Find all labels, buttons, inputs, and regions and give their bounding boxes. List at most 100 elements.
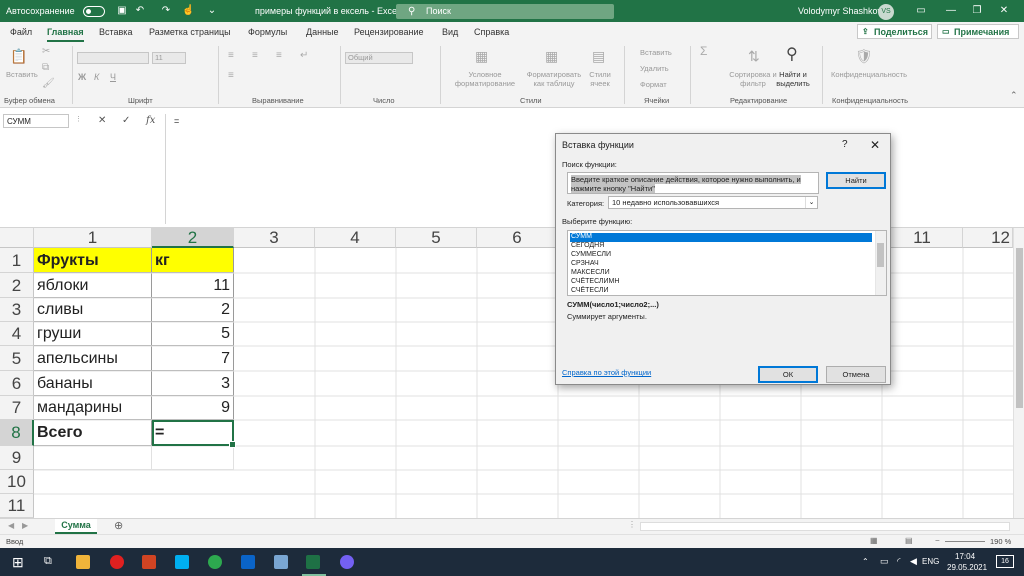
page-layout-icon[interactable]: ▤ (905, 536, 913, 545)
cell-styles-button[interactable]: Стили ячеек (585, 70, 615, 88)
tab-data[interactable]: Данные (306, 27, 339, 37)
row-header[interactable]: 2 (0, 273, 34, 298)
column-header[interactable]: 12 (963, 228, 1013, 248)
horizontal-scrollbar[interactable] (640, 522, 1010, 531)
sensitivity-button[interactable]: Конфиденциальность (828, 70, 910, 79)
windows-start-icon[interactable]: ⊞ (12, 554, 24, 571)
excel-icon[interactable] (306, 555, 320, 569)
tab-file[interactable]: Файл (10, 27, 32, 37)
file-explorer-icon[interactable] (76, 555, 90, 569)
tab-review[interactable]: Рецензирование (354, 27, 424, 37)
ribbon-display-icon[interactable]: ▭ (915, 5, 927, 17)
bold-icon[interactable]: Ж (78, 72, 86, 82)
column-header[interactable]: 3 (234, 228, 315, 248)
find-button[interactable]: Найти (826, 172, 886, 189)
cancel-button[interactable]: Отмена (826, 366, 886, 383)
insert-function-icon[interactable]: fx (146, 115, 155, 126)
conditional-format-button[interactable]: Условное форматирование (450, 70, 520, 88)
align-bottom-icon[interactable]: ≡ (276, 50, 282, 61)
format-cells-button[interactable]: Формат (640, 80, 667, 89)
row-header[interactable]: 7 (0, 396, 34, 420)
chrome-icon[interactable] (208, 555, 222, 569)
find-select-button[interactable]: Найти и выделить (770, 70, 816, 88)
row-header[interactable]: 10 (0, 470, 34, 494)
enter-icon[interactable]: ✓ (122, 115, 130, 126)
cell-a9[interactable] (34, 446, 152, 470)
minimize-icon[interactable]: — (945, 5, 957, 17)
font-name-box[interactable] (77, 52, 149, 64)
outlook-icon[interactable] (241, 555, 255, 569)
clock-time[interactable]: 17:04 (955, 552, 975, 561)
dialog-close-icon[interactable]: ✕ (870, 138, 880, 152)
list-item[interactable]: СУММЕСЛИ (570, 251, 872, 260)
tab-page-layout[interactable]: Разметка страницы (149, 27, 231, 37)
volume-icon[interactable]: ◀ (910, 556, 917, 567)
tab-formulas[interactable]: Формулы (248, 27, 287, 37)
underline-icon[interactable]: Ч (110, 72, 116, 82)
opera-icon[interactable] (110, 555, 124, 569)
list-item[interactable]: СРЗНАЧ (570, 260, 872, 269)
row-header[interactable]: 11 (0, 494, 34, 518)
sheet-tab-summa[interactable]: Сумма (55, 519, 97, 534)
add-sheet-icon[interactable]: ⊕ (114, 519, 123, 532)
column-header[interactable]: 11 (882, 228, 963, 248)
align-left-icon[interactable]: ≡ (228, 70, 234, 81)
ok-button[interactable]: ОК (758, 366, 818, 383)
customize-qat-icon[interactable]: ⌄ (206, 5, 218, 17)
cut-icon[interactable]: ✂ (42, 46, 50, 57)
network-icon[interactable]: ▭ (880, 556, 889, 567)
maximize-icon[interactable]: ❐ (971, 5, 983, 17)
list-scrollbar-thumb[interactable] (877, 243, 884, 267)
tab-help[interactable]: Справка (474, 27, 509, 37)
column-header[interactable]: 6 (477, 228, 558, 248)
zoom-level[interactable]: 190 % (990, 537, 1011, 546)
avatar[interactable]: VS (878, 4, 894, 20)
split-handle-icon[interactable]: ⋮ (628, 520, 636, 529)
tab-home[interactable]: Главная (47, 27, 84, 42)
function-list[interactable]: СУММ СЕГОДНЯ СУММЕСЛИ СРЗНАЧ МАКСЕСЛИ СЧ… (567, 230, 887, 296)
cancel-icon[interactable]: ✕ (98, 115, 106, 126)
column-header[interactable]: 5 (396, 228, 477, 248)
list-item[interactable]: СУММ (570, 233, 872, 242)
category-select[interactable]: 10 недавно использовавшихся ⌄ (608, 196, 818, 209)
list-item[interactable]: МАКСЕСЛИ (570, 269, 872, 278)
name-box[interactable]: СУММ (3, 114, 69, 128)
touch-mode-icon[interactable]: ☝ (182, 5, 194, 17)
powerpoint-icon[interactable] (142, 555, 156, 569)
column-header[interactable]: 4 (315, 228, 396, 248)
close-icon[interactable]: ✕ (998, 5, 1010, 17)
italic-icon[interactable]: К (94, 72, 99, 82)
redo-icon[interactable]: ↷ (160, 5, 172, 17)
vertical-scrollbar[interactable] (1013, 228, 1024, 518)
row-header[interactable]: 9 (0, 446, 34, 470)
tab-insert[interactable]: Вставка (99, 27, 132, 37)
search-function-input[interactable]: Введите краткое описание действия, котор… (567, 172, 819, 194)
row-header[interactable]: 5 (0, 346, 34, 371)
search-box[interactable]: ⚲ Поиск (396, 4, 614, 19)
list-item[interactable]: СЕГОДНЯ (570, 242, 872, 251)
clock-date[interactable]: 29.05.2021 (947, 563, 987, 572)
row-header[interactable]: 4 (0, 322, 34, 346)
notepad-icon[interactable] (274, 555, 288, 569)
copy-icon[interactable]: ⧉ (42, 62, 49, 73)
tab-view[interactable]: Вид (442, 27, 458, 37)
task-view-icon[interactable]: ⧉ (44, 555, 52, 568)
skype-icon[interactable] (175, 555, 189, 569)
collapse-ribbon-icon[interactable]: ⌃ (1010, 90, 1018, 101)
wrap-text-icon[interactable]: ↵ (300, 50, 308, 61)
autosave-toggle[interactable] (83, 6, 105, 17)
function-help-link[interactable]: Справка по этой функции (562, 368, 651, 377)
tray-chevron-icon[interactable]: ⌃ (862, 557, 869, 566)
wifi-icon[interactable]: ◜ (897, 556, 901, 567)
format-table-button[interactable]: Форматировать как таблицу (524, 70, 584, 88)
delete-cells-button[interactable]: Удалить (640, 64, 669, 73)
prev-sheet-icon[interactable]: ◀ (8, 521, 14, 530)
scrollbar-thumb[interactable] (1016, 248, 1023, 408)
list-item[interactable]: СЧЁТЕСЛИ (570, 287, 872, 296)
undo-icon[interactable]: ↶ (134, 5, 146, 17)
save-icon[interactable]: ▣ (116, 5, 128, 17)
row-header[interactable]: 1 (0, 248, 34, 273)
list-item[interactable]: СЧЁТЕСЛИМН (570, 278, 872, 287)
row-header[interactable]: 3 (0, 298, 34, 322)
column-header[interactable]: 1 (34, 228, 152, 248)
